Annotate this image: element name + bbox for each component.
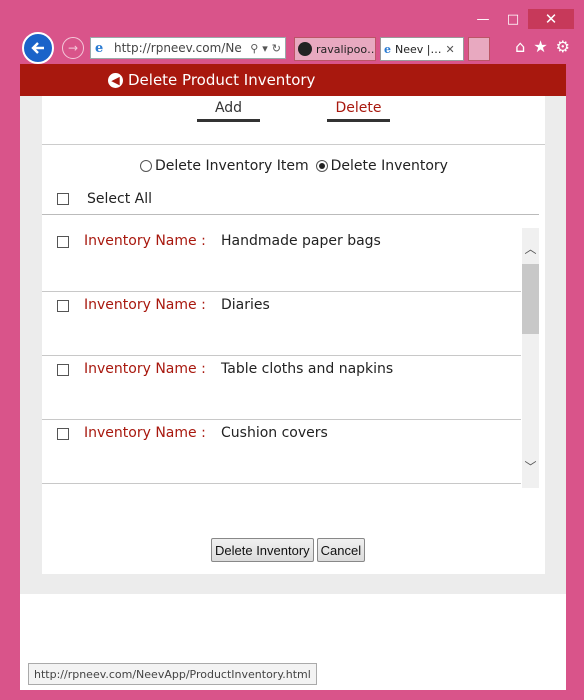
page-content: ◀ Delete Product Inventory Add Delete De… [20,64,566,690]
divider [42,214,539,215]
inventory-checkbox[interactable] [57,300,69,312]
scroll-up-icon[interactable]: ︿ [522,238,539,258]
search-icon[interactable]: ⚲ [250,42,258,55]
cancel-button[interactable]: Cancel [316,538,366,562]
maximize-button[interactable]: □ [498,9,528,29]
inventory-name-value: Cushion covers [221,425,328,441]
radio-delete-item-label: Delete Inventory Item [155,158,309,174]
address-url[interactable]: http://rpneev.com/Ne [114,41,250,55]
action-buttons: Delete Inventory Cancel [211,538,366,562]
browser-tab-github[interactable]: ravalipoo… [294,37,376,61]
window-controls: — □ ✕ [468,9,574,29]
forward-arrow-icon: → [67,41,79,55]
ie-logo-icon: e [95,40,104,56]
dropdown-icon[interactable]: ▾ [262,42,268,55]
list-item: Inventory Name : Table cloths and napkin… [42,356,521,420]
browser-tools: ⌂ ★ ⚙ [515,37,570,56]
minimize-button[interactable]: — [468,9,498,29]
inventory-name-label: Inventory Name : [84,361,206,377]
page-title: Delete Product Inventory [128,71,316,89]
radio-delete-item[interactable] [140,160,152,172]
ie-logo-icon: e [384,42,391,56]
address-bar[interactable]: e http://rpneev.com/Ne ⚲ ▾ ↻ [90,37,286,59]
list-scrollbar[interactable]: ︿ ﹀ [522,228,539,488]
inventory-list: Inventory Name : Handmade paper bags Inv… [42,228,539,488]
delete-inventory-button[interactable]: Delete Inventory [211,538,314,562]
browser-toolbar: → e http://rpneev.com/Ne ⚲ ▾ ↻ ravalipoo… [18,32,574,64]
content-background: Add Delete Delete Inventory Item Delete … [20,96,566,594]
header-back-link[interactable]: ◀ Delete Product Inventory [108,71,315,89]
inventory-checkbox[interactable] [57,236,69,248]
inventory-card: Add Delete Delete Inventory Item Delete … [42,96,545,574]
list-item: Inventory Name : Diaries [42,292,521,356]
inventory-name-value: Diaries [221,297,270,313]
tab-add[interactable]: Add [197,100,260,122]
close-tab-icon[interactable]: ✕ [445,43,454,56]
list-item: Inventory Name : Cushion covers [42,420,521,484]
tab-label: Neev |… [395,42,442,56]
select-all-label: Select All [87,191,152,207]
inventory-checkbox[interactable] [57,364,69,376]
home-icon[interactable]: ⌂ [515,37,525,56]
favorites-star-icon[interactable]: ★ [533,37,547,56]
radio-delete-inventory[interactable] [315,160,328,172]
browser-tab-neev[interactable]: e Neev |… ✕ [380,37,464,61]
divider [42,144,545,145]
select-all: Select All [57,191,152,207]
inventory-name-label: Inventory Name : [84,233,206,249]
back-circle-icon: ◀ [108,72,123,88]
inventory-name-label: Inventory Name : [84,297,206,313]
radio-delete-inventory-label: Delete Inventory [330,158,448,174]
scroll-down-icon[interactable]: ﹀ [522,456,539,476]
close-window-button[interactable]: ✕ [528,9,574,29]
select-all-checkbox[interactable] [57,193,69,205]
inventory-name-value: Table cloths and napkins [221,361,394,377]
page-header: ◀ Delete Product Inventory [20,64,566,96]
browser-window: — □ ✕ → e http://rpneev.com/Ne ⚲ ▾ ↻ rav… [0,0,584,700]
settings-gear-icon[interactable]: ⚙ [556,37,570,56]
inventory-name-value: Handmade paper bags [221,233,381,249]
status-bar-url: http://rpneev.com/NeevApp/ProductInvento… [28,663,317,685]
mode-tabs: Add Delete [42,100,545,126]
back-arrow-icon [31,42,44,54]
list-item: Inventory Name : Handmade paper bags [42,228,521,292]
inventory-checkbox[interactable] [57,428,69,440]
refresh-icon[interactable]: ↻ [272,42,281,55]
forward-button[interactable]: → [62,37,84,59]
github-icon [298,42,312,56]
tab-delete[interactable]: Delete [327,100,390,122]
delete-mode-radios: Delete Inventory Item Delete Inventory [140,158,455,174]
back-button[interactable] [22,32,54,64]
new-tab-button[interactable] [468,37,490,61]
scroll-thumb[interactable] [522,264,539,334]
tab-label: ravalipoo… [316,42,376,56]
inventory-name-label: Inventory Name : [84,425,206,441]
